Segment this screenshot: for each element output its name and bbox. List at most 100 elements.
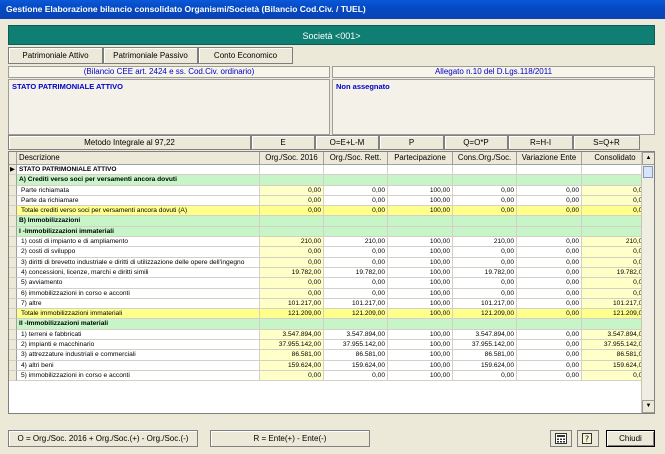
row-value-cell[interactable]: 0,00 (453, 370, 517, 382)
row-value-cell[interactable]: 86.581,00 (453, 350, 517, 361)
row-indicator[interactable] (9, 309, 17, 320)
row-value-cell[interactable]: 210,00 (260, 237, 324, 248)
row-value-cell[interactable]: 159.624,00 (324, 360, 388, 371)
row-value-cell[interactable]: 19.782,00 (453, 267, 517, 279)
table-row[interactable]: Totale crediti verso soci per versamenti… (9, 206, 649, 217)
row-value-cell[interactable]: 159.624,00 (582, 360, 649, 371)
row-indicator[interactable] (9, 329, 17, 341)
row-value-cell[interactable]: 210,00 (324, 237, 388, 248)
row-value-cell[interactable] (324, 175, 388, 186)
row-value-cell[interactable] (324, 319, 388, 330)
row-indicator[interactable] (9, 319, 17, 330)
row-value-cell[interactable]: 0,00 (517, 298, 582, 310)
table-row[interactable]: 1) terreni e fabbricati 3.547.894,00 3.547… (9, 329, 649, 341)
row-value-cell[interactable]: 0,00 (453, 288, 517, 299)
table-row[interactable]: B) Immobilizzazioni (9, 216, 649, 227)
row-value-cell[interactable] (582, 319, 649, 330)
row-value-cell[interactable]: 0,00 (324, 278, 388, 289)
table-row[interactable]: 3) diritti di brevetto industriale e dir… (9, 257, 649, 268)
row-value-cell[interactable] (260, 216, 324, 227)
row-value-cell[interactable]: 0,00 (517, 278, 582, 289)
row-indicator[interactable] (9, 267, 17, 279)
row-value-cell[interactable]: 0,00 (582, 278, 649, 289)
table-row[interactable]: Parte da richiamare 0,00 0,00 100,00 0,00 0,0… (9, 195, 649, 207)
row-value-cell[interactable]: 86.581,00 (324, 350, 388, 361)
vertical-scrollbar[interactable]: ▲ ▼ (641, 152, 654, 413)
row-value-cell[interactable]: 100,00 (388, 360, 453, 371)
row-value-cell[interactable]: 0,00 (260, 206, 324, 217)
col-header-partecipazione[interactable]: Partecipazione (388, 152, 453, 165)
row-value-cell[interactable]: 0,00 (260, 247, 324, 258)
row-value-cell[interactable]: 100,00 (388, 278, 453, 289)
row-value-cell[interactable]: 0,00 (260, 195, 324, 207)
row-value-cell[interactable] (260, 319, 324, 330)
row-value-cell[interactable]: 0,00 (582, 288, 649, 299)
row-value-cell[interactable]: 0,00 (517, 237, 582, 248)
row-value-cell[interactable]: 19.782,00 (324, 267, 388, 279)
row-value-cell[interactable]: 0,00 (582, 257, 649, 268)
row-value-cell[interactable]: 0,00 (324, 185, 388, 196)
row-indicator[interactable] (9, 288, 17, 299)
row-value-cell[interactable]: 0,00 (324, 288, 388, 299)
row-indicator[interactable] (9, 370, 17, 382)
row-value-cell[interactable] (260, 165, 324, 176)
table-row[interactable]: 4) altri beni 159.624,00 159.624,00 100,00 1… (9, 360, 649, 371)
row-indicator[interactable] (9, 185, 17, 196)
row-value-cell[interactable]: 0,00 (582, 370, 649, 382)
row-value-cell[interactable]: 100,00 (388, 329, 453, 341)
row-value-cell[interactable]: 0,00 (517, 185, 582, 196)
row-value-cell[interactable]: 100,00 (388, 195, 453, 207)
row-value-cell[interactable]: 0,00 (517, 370, 582, 382)
row-value-cell[interactable] (388, 175, 453, 186)
row-value-cell[interactable]: 0,00 (453, 247, 517, 258)
row-value-cell[interactable]: 0,00 (517, 195, 582, 207)
row-value-cell[interactable]: 159.624,00 (453, 360, 517, 371)
table-row[interactable]: ▶ STATO PATRIMONIALE ATTIVO (9, 165, 649, 176)
row-value-cell[interactable]: 101.217,00 (582, 298, 649, 310)
col-header-org-soc-rett[interactable]: Org./Soc. Rett. (324, 152, 388, 165)
row-value-cell[interactable]: 3.547.894,00 (453, 329, 517, 341)
row-value-cell[interactable]: 0,00 (260, 278, 324, 289)
row-value-cell[interactable]: 100,00 (388, 340, 453, 351)
row-value-cell[interactable]: 101.217,00 (324, 298, 388, 310)
row-value-cell[interactable]: 37.955.142,00 (324, 340, 388, 351)
row-value-cell[interactable]: 0,00 (260, 257, 324, 268)
row-value-cell[interactable]: 0,00 (324, 206, 388, 217)
row-value-cell[interactable] (582, 216, 649, 227)
col-header-cons-org-soc[interactable]: Cons.Org./Soc. (453, 152, 517, 165)
table-row[interactable]: 6) immobilizzazioni in corso e acconti 0,… (9, 288, 649, 299)
row-value-cell[interactable]: 0,00 (324, 257, 388, 268)
data-grid[interactable]: Descrizione Org./Soc. 2016 Org./Soc. Ret… (8, 151, 655, 414)
row-value-cell[interactable] (517, 175, 582, 186)
scroll-up-icon[interactable]: ▲ (642, 152, 654, 165)
row-value-cell[interactable]: 37.955.142,00 (582, 340, 649, 351)
row-value-cell[interactable]: 3.547.894,00 (324, 329, 388, 341)
row-value-cell[interactable]: 86.581,00 (260, 350, 324, 361)
row-value-cell[interactable]: 19.782,00 (260, 267, 324, 279)
row-value-cell[interactable]: 100,00 (388, 206, 453, 217)
row-indicator[interactable] (9, 350, 17, 361)
help-icon[interactable]: ? (577, 430, 599, 447)
row-value-cell[interactable]: 0,00 (582, 206, 649, 217)
row-value-cell[interactable]: 210,00 (453, 237, 517, 248)
row-value-cell[interactable] (388, 216, 453, 227)
row-value-cell[interactable]: 159.624,00 (260, 360, 324, 371)
table-row[interactable]: I -Immobilizzazioni immateriali (9, 226, 649, 238)
row-value-cell[interactable]: 0,00 (582, 247, 649, 258)
row-value-cell[interactable]: 100,00 (388, 288, 453, 299)
col-header-descrizione[interactable]: Descrizione (17, 152, 260, 165)
row-value-cell[interactable]: 0,00 (517, 247, 582, 258)
row-value-cell[interactable] (324, 226, 388, 238)
col-header-org-soc-2016[interactable]: Org./Soc. 2016 (260, 152, 324, 165)
table-row[interactable]: 2) costi di sviluppo 0,00 0,00 100,00 0,00 0,… (9, 247, 649, 258)
tab-patrimoniale-attivo[interactable]: Patrimoniale Attivo (8, 47, 103, 64)
table-row[interactable]: A) Crediti verso soci per versamenti anc… (9, 175, 649, 186)
row-value-cell[interactable] (453, 226, 517, 238)
table-row[interactable]: 5) avviamento 0,00 0,00 100,00 0,00 0,00 0,00 (9, 278, 649, 289)
row-value-cell[interactable] (517, 216, 582, 227)
row-indicator[interactable]: ▶ (9, 165, 17, 176)
row-value-cell[interactable]: 0,00 (517, 340, 582, 351)
table-row[interactable]: 1) costi di impianto e di ampliamento 210… (9, 237, 649, 248)
table-row[interactable]: Parte richiamata 0,00 0,00 100,00 0,00 0,00 0,… (9, 185, 649, 196)
row-value-cell[interactable]: 3.547.894,00 (260, 329, 324, 341)
